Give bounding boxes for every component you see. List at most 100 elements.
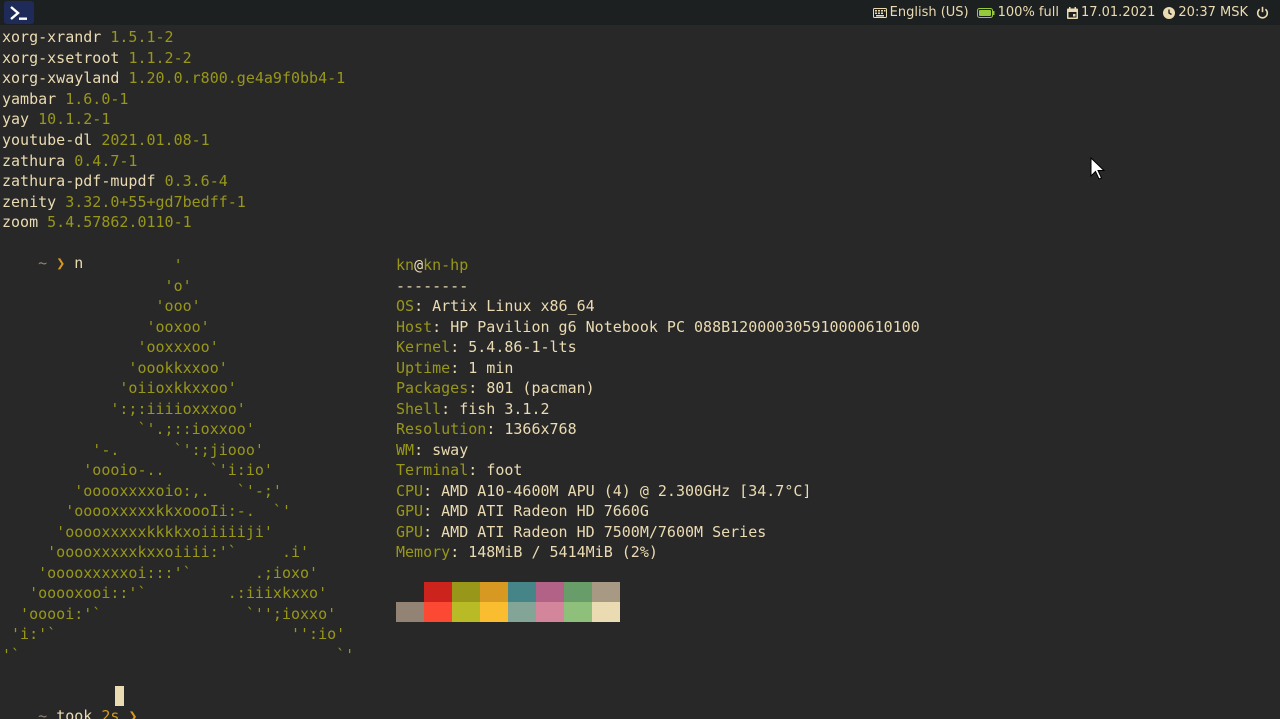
info-value: 5.4.86-1-lts [468,338,577,356]
logo-line: 'oookkxxoo' [2,358,228,377]
info-row: Resolution: 1366x768 [396,420,577,438]
launcher-button[interactable] [4,1,34,24]
color-swatch-dark [396,582,424,602]
color-swatch-dark [592,582,620,602]
info-fields: OS: Artix Linux x86_64 Host: HP Pavilion … [396,296,920,563]
package-name: zoom [2,213,39,232]
mouse-pointer-icon [1090,157,1106,180]
color-swatch-dark [564,582,592,602]
info-row: GPU: AMD ATI Radeon HD 7500M/7600M Serie… [396,522,767,541]
info-key: GPU [396,522,424,541]
info-key: Terminal [396,461,469,479]
system-info: kn@kn-hp -------- OS: Artix Linux x86_64… [396,255,920,563]
package-line: youtube-dl 2021.01.08-1 [2,130,210,150]
package-name: zenity [2,192,57,211]
color-swatch-bright [564,602,592,622]
logo-line: 'ooooi:'` `'';ioxxo' [2,604,337,623]
info-row: Kernel: 5.4.86-1-lts [396,338,577,356]
package-name: zathura-pdf-mupdf [2,172,156,191]
logo-line: 'ooooxxxxxkkxoooIi:-. `' [2,502,291,520]
color-swatch-dark [424,582,452,602]
color-swatch-bright [592,602,620,622]
battery-label: 100% full [997,5,1059,20]
package-version: 1.6.0-1 [65,89,129,108]
package-version: 0.3.6-4 [164,172,228,191]
power-button[interactable] [1256,6,1272,19]
battery-indicator[interactable]: 100% full [976,5,1059,20]
info-row: WM: sway [396,440,469,459]
package-version: 1.1.2-2 [128,48,192,67]
info-value: Artix Linux x86_64 [432,297,595,315]
logo-line: 'ooooxxxxxkxxoiiii:'` .i' [2,543,310,561]
logo-line: ':;:iiiioxxxoo' [2,399,246,418]
date-label: 17.01.2021 [1080,5,1156,20]
prompt-duration: 2s [101,707,120,719]
package-line: zenity 3.32.0+55+gd7bedff-1 [2,192,246,212]
ascii-logo: ' 'o' 'ooo' 'ooxoo' 'ooxxxoo' 'oookkxxoo… [2,255,354,665]
info-value: 148MiB / 5414MiB (2%) [468,543,658,561]
package-name: yambar [2,89,57,108]
package-name: xorg-xwayland [2,69,120,88]
info-value: foot [486,461,523,479]
keyboard-layout-label: English (US) [889,5,969,20]
package-line: xorg-xrandr 1.5.1-2 [2,27,174,47]
package-name: xorg-xsetroot [2,48,120,67]
info-value: AMD A10-4600M APU (4) @ 2.300GHz [34.7°C… [441,481,812,500]
hostname: kn-hp [423,256,469,274]
logo-line: '` `' [2,645,355,664]
package-name: yay [2,110,30,129]
separator: -------- [396,276,469,295]
date-indicator[interactable]: 17.01.2021 [1066,5,1156,20]
color-swatch-bright [424,602,452,622]
terminal-window[interactable]: xorg-xrandr 1.5.1-2 xorg-xsetroot 1.1.2-2… [2,27,1278,719]
color-swatch-dark [480,582,508,602]
info-row: Packages: 801 (pacman) [396,379,595,397]
status-area: English (US) 100% full 17.01.2021 20:37 … [865,0,1272,25]
info-key: Resolution [396,420,487,438]
package-version: 1.20.0.r800.ge4a9f0bb4-1 [128,69,346,88]
prompt-arrow: ❯ [128,707,138,719]
logo-line: 'ooxoo' [2,317,210,336]
user-host: kn@kn-hp [396,255,920,276]
info-row: Memory: 148MiB / 5414MiB (2%) [396,543,658,561]
info-value: 801 (pacman) [486,379,595,397]
clock-indicator[interactable]: 20:37 MSK [1163,5,1248,20]
color-swatch-bright [452,602,480,622]
info-key: GPU [396,502,424,520]
info-row: Uptime: 1 min [396,358,514,377]
info-row: Terminal: foot [396,461,523,479]
info-row: OS: Artix Linux x86_64 [396,297,595,315]
logo-line: '-. `':;jiooo' [2,440,264,459]
terminal-icon [10,5,27,20]
logo-line: 'ooo' [2,297,201,315]
info-key: Packages [396,379,469,397]
keyboard-layout-indicator[interactable]: English (US) [872,5,969,20]
color-swatch-bright [396,602,424,622]
battery-icon [976,7,995,18]
time-label: 20:37 MSK [1178,5,1248,20]
package-line: yay 10.1.2-1 [2,109,110,129]
logo-line: 'ooooxxxxoio:,. `'-;' [2,481,282,500]
logo-line: 'oooio-.. `'i:io' [2,461,273,479]
info-row: Host: HP Pavilion g6 Notebook PC 088B120… [396,317,920,336]
calendar-icon [1066,6,1078,19]
info-key: CPU [396,481,424,500]
prompt-line: ~ ❯ n [2,233,83,272]
info-key: Shell [396,399,442,418]
keyboard-icon [872,7,887,18]
package-line: xorg-xsetroot 1.1.2-2 [2,48,192,68]
color-swatch-dark [452,582,480,602]
prompt-took: took [56,707,93,719]
package-version: 1.5.1-2 [110,28,174,46]
info-key: WM [396,440,415,459]
package-line: zathura-pdf-mupdf 0.3.6-4 [2,171,228,191]
color-swatch-bright [536,602,564,622]
power-icon [1256,6,1269,19]
info-key: Memory [396,543,451,561]
logo-line: 'ooooxxxxxkkkkxoiiiiiji' [2,522,273,541]
clock-icon [1163,6,1176,19]
logo-line: 'ooooxooi::'` .:iiixkxxo' [2,584,328,602]
info-key: Kernel [396,338,451,356]
package-line: xorg-xwayland 1.20.0.r800.ge4a9f0bb4-1 [2,68,345,88]
info-value: fish 3.1.2 [459,399,550,418]
